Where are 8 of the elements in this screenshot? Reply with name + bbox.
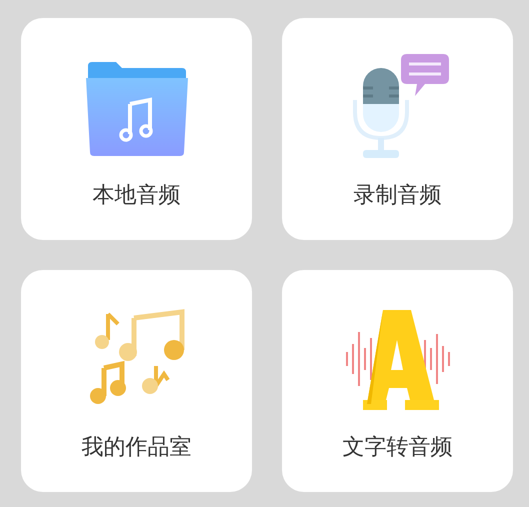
audio-card[interactable]: 录制音频 — [282, 18, 513, 240]
card-label: 文字转音频 — [342, 434, 452, 462]
card-label: 录制音频 — [354, 182, 442, 210]
audio-card[interactable]: 我的作品室 — [21, 270, 252, 492]
audio-card[interactable]: 本地音频 — [21, 18, 252, 240]
card-label: 我的作品室 — [82, 434, 192, 462]
card-label: 本地音频 — [92, 182, 180, 210]
audio-card[interactable]: 文字转音频 — [282, 270, 513, 492]
